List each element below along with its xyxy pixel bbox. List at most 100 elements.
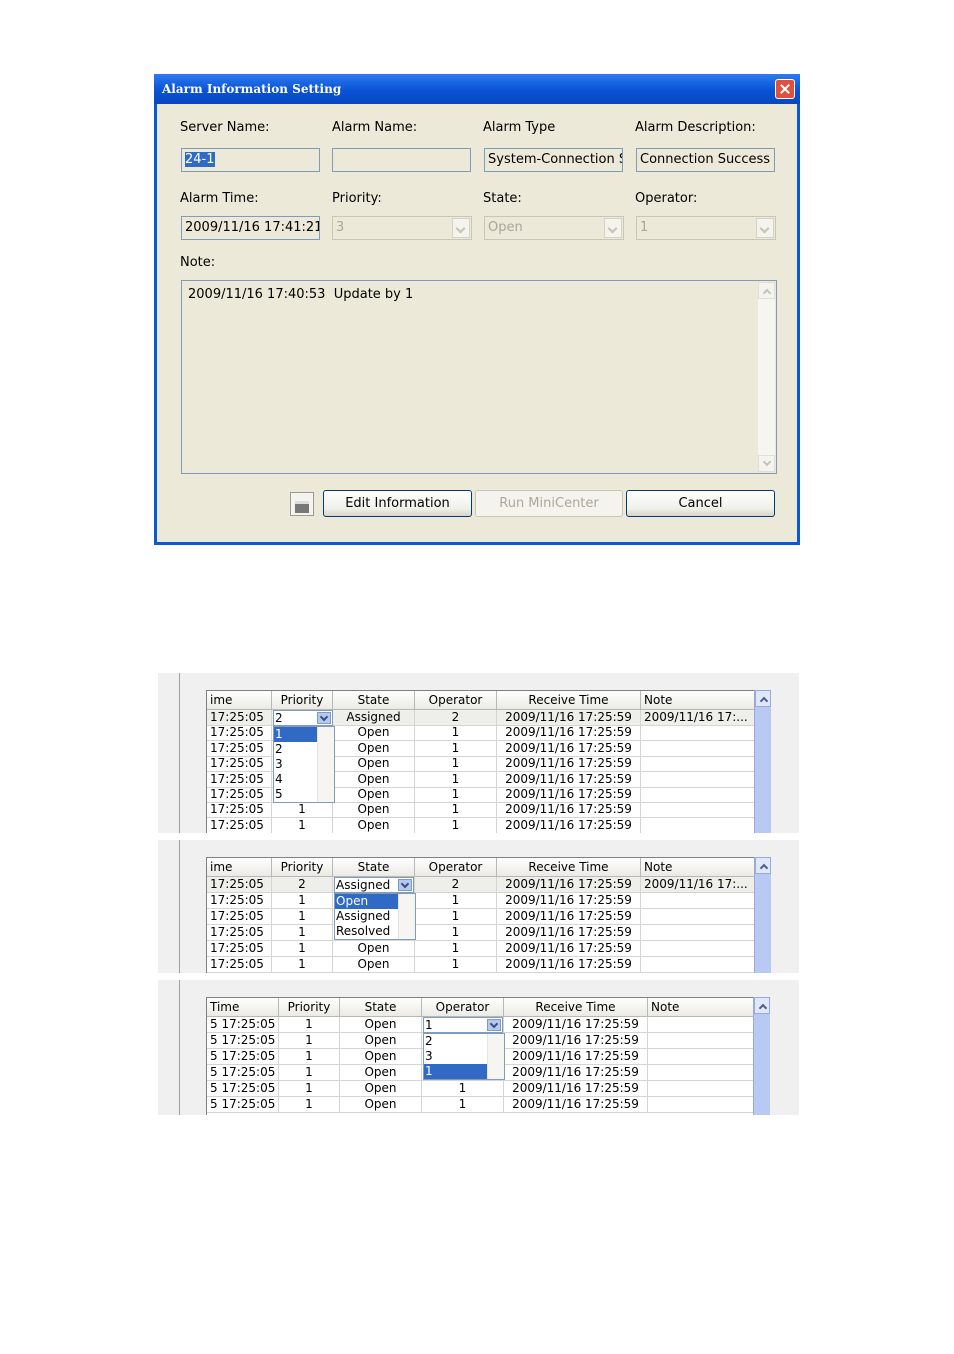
cell-receive-time[interactable]: 2009/11/16 17:25:59 xyxy=(497,756,641,773)
cell-time[interactable]: 17:25:05 xyxy=(207,877,272,893)
cell-state[interactable]: Open xyxy=(340,1049,422,1065)
cell-note[interactable]: 2009/11/16 17:... xyxy=(641,877,755,893)
cell-operator[interactable]: 2 xyxy=(415,877,497,893)
cell-editor-operator[interactable]: 1 xyxy=(423,1017,503,1033)
cell-time[interactable]: 17:25:05 xyxy=(207,710,272,726)
column-header-note[interactable]: Note xyxy=(641,691,755,710)
cell-note[interactable] xyxy=(641,817,755,833)
edit-information-button[interactable]: Edit Information xyxy=(323,490,472,517)
cancel-button[interactable]: Cancel xyxy=(626,490,775,517)
cell-priority[interactable]: 1 xyxy=(279,1065,340,1081)
cell-state[interactable]: Open xyxy=(340,1017,422,1033)
cell-time[interactable]: 17:25:05 xyxy=(207,787,272,803)
cell-state[interactable]: Open xyxy=(333,740,415,757)
dropdown-option[interactable]: Assigned xyxy=(335,909,398,924)
cell-receive-time[interactable]: 2009/11/16 17:25:59 xyxy=(497,710,641,726)
cell-note[interactable] xyxy=(648,1017,754,1033)
cell-receive-time[interactable]: 2009/11/16 17:25:59 xyxy=(497,817,641,833)
cell-note[interactable] xyxy=(641,771,755,788)
cell-time[interactable]: 17:25:05 xyxy=(207,725,272,742)
cell-note[interactable] xyxy=(648,1049,754,1065)
close-icon[interactable] xyxy=(775,79,795,99)
column-header-state[interactable]: State xyxy=(340,998,422,1017)
cell-operator[interactable]: 1 xyxy=(415,941,497,957)
dropdown-option[interactable]: 1 xyxy=(274,727,317,742)
cell-editor-state[interactable]: Assigned xyxy=(334,877,414,893)
cell-note[interactable] xyxy=(641,941,755,957)
cell-note[interactable] xyxy=(641,925,755,941)
cell-editor-priority[interactable]: 2 xyxy=(273,710,333,726)
cell-state[interactable]: Assigned xyxy=(333,710,415,726)
cell-receive-time[interactable]: 2009/11/16 17:25:59 xyxy=(497,957,641,973)
cell-priority[interactable]: 1 xyxy=(279,1081,340,1097)
cell-time[interactable]: 17:25:05 xyxy=(207,941,272,957)
alarm-name-field[interactable] xyxy=(332,148,471,172)
column-header-state[interactable]: State xyxy=(333,691,415,710)
scroll-up-icon[interactable] xyxy=(754,997,770,1014)
cell-receive-time[interactable]: 2009/11/16 17:25:59 xyxy=(504,1017,648,1033)
alarm-time-field[interactable]: 2009/11/16 17:41:21 xyxy=(181,216,320,240)
cell-operator[interactable]: 1 xyxy=(415,925,497,941)
cell-operator[interactable]: 1 xyxy=(415,893,497,909)
cell-note[interactable] xyxy=(641,740,755,757)
cell-priority[interactable]: 2 xyxy=(272,877,333,893)
cell-receive-time[interactable]: 2009/11/16 17:25:59 xyxy=(504,1065,648,1081)
grid-scrollbar[interactable] xyxy=(753,997,770,1115)
cell-receive-time[interactable]: 2009/11/16 17:25:59 xyxy=(497,787,641,803)
cell-priority[interactable]: 1 xyxy=(272,802,333,819)
column-header-time[interactable]: ime xyxy=(207,858,272,877)
cell-time[interactable]: 5 17:25:05 xyxy=(207,1081,279,1097)
cell-priority[interactable]: 1 xyxy=(279,1097,340,1113)
operator-combo[interactable]: 1 xyxy=(636,216,776,240)
cell-receive-time[interactable]: 2009/11/16 17:25:59 xyxy=(504,1081,648,1097)
cell-time[interactable]: 17:25:05 xyxy=(207,817,272,833)
cell-receive-time[interactable]: 2009/11/16 17:25:59 xyxy=(497,877,641,893)
cell-priority[interactable]: 1 xyxy=(279,1049,340,1065)
column-header-receive-time[interactable]: Receive Time xyxy=(497,691,641,710)
column-header-note[interactable]: Note xyxy=(648,998,754,1017)
cell-operator[interactable]: 1 xyxy=(415,817,497,833)
cell-note[interactable] xyxy=(648,1097,754,1113)
cell-time[interactable]: 5 17:25:05 xyxy=(207,1065,279,1081)
alarm-grid[interactable]: Time Priority State Operator Receive Time Not… xyxy=(206,997,755,1115)
cell-note[interactable] xyxy=(641,756,755,773)
run-minicenter-button[interactable]: Run MiniCenter xyxy=(475,490,623,517)
column-header-priority[interactable]: Priority xyxy=(279,998,340,1017)
cell-operator[interactable]: 1 xyxy=(415,740,497,757)
cell-receive-time[interactable]: 2009/11/16 17:25:59 xyxy=(497,802,641,819)
dropdown-option[interactable]: 2 xyxy=(274,742,317,757)
cell-state[interactable]: Open xyxy=(333,771,415,788)
dropdown-option[interactable]: 5 xyxy=(274,787,317,802)
column-header-note[interactable]: Note xyxy=(641,858,755,877)
cell-state[interactable]: Open xyxy=(333,787,415,803)
cell-receive-time[interactable]: 2009/11/16 17:25:59 xyxy=(497,893,641,909)
dropdown-option[interactable]: 1 xyxy=(424,1064,487,1079)
dropdown-list-priority[interactable]: 12345 xyxy=(273,726,335,803)
scroll-up-icon[interactable] xyxy=(755,857,771,874)
column-header-operator[interactable]: Operator xyxy=(415,858,497,877)
grid-scrollbar[interactable] xyxy=(754,857,771,973)
cell-receive-time[interactable]: 2009/11/16 17:25:59 xyxy=(497,725,641,742)
cell-receive-time[interactable]: 2009/11/16 17:25:59 xyxy=(497,909,641,925)
cell-priority[interactable]: 1 xyxy=(272,817,333,833)
cell-time[interactable]: 5 17:25:05 xyxy=(207,1017,279,1033)
cell-state[interactable]: Open xyxy=(340,1065,422,1081)
cell-time[interactable]: 17:25:05 xyxy=(207,893,272,909)
column-header-priority[interactable]: Priority xyxy=(272,691,333,710)
dropdown-option[interactable]: Open xyxy=(335,894,398,909)
cell-time[interactable]: 17:25:05 xyxy=(207,756,272,773)
column-header-time[interactable]: ime xyxy=(207,691,272,710)
column-header-operator[interactable]: Operator xyxy=(415,691,497,710)
column-header-time[interactable]: Time xyxy=(207,998,279,1017)
cell-priority[interactable]: 1 xyxy=(279,1033,340,1049)
cell-priority[interactable]: 1 xyxy=(272,941,333,957)
cell-time[interactable]: 5 17:25:05 xyxy=(207,1097,279,1113)
scroll-up-icon[interactable] xyxy=(755,690,771,707)
cell-state[interactable]: Open xyxy=(340,1097,422,1113)
alarm-grid[interactable]: ime Priority State Operator Receive Time Note… xyxy=(206,690,756,833)
cell-state[interactable]: Open xyxy=(333,817,415,833)
alarm-type-field[interactable]: System-Connection Su xyxy=(484,148,623,172)
cell-operator[interactable]: 1 xyxy=(415,771,497,788)
cell-receive-time[interactable]: 2009/11/16 17:25:59 xyxy=(497,771,641,788)
column-header-state[interactable]: State xyxy=(333,858,415,877)
